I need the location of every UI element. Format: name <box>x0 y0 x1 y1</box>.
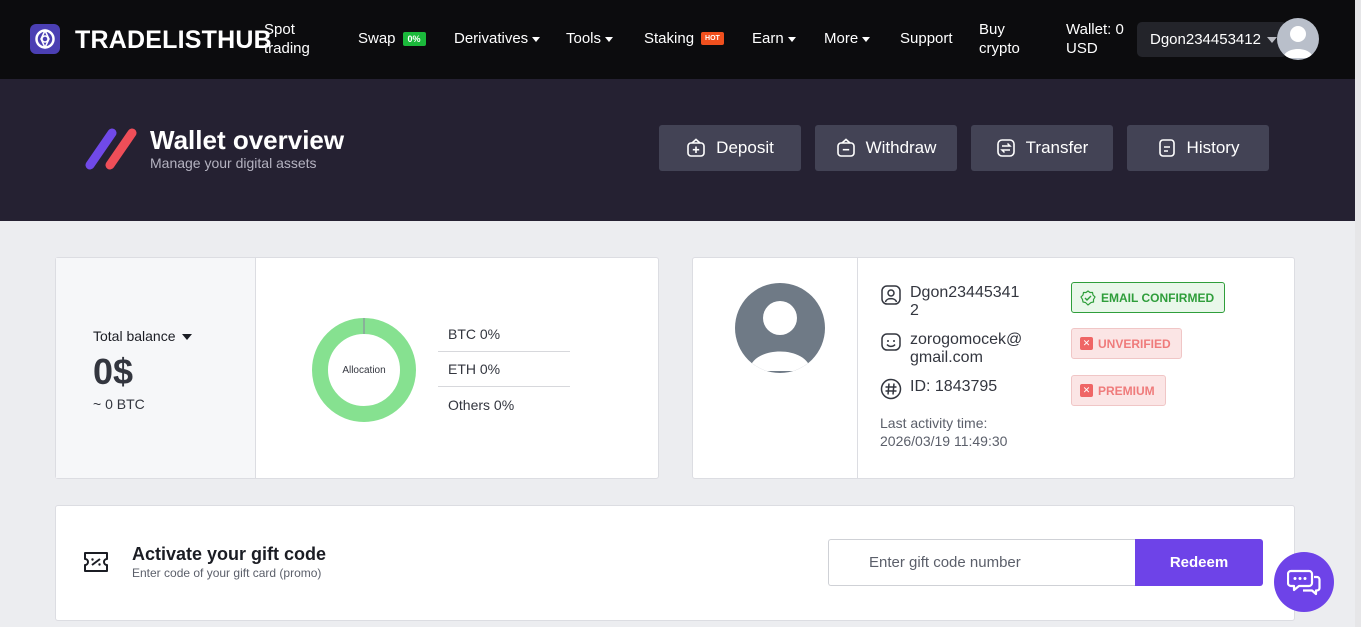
close-icon: ✕ <box>1080 337 1093 350</box>
nav-swap[interactable]: Swap 0% <box>358 30 426 47</box>
withdraw-button[interactable]: Withdraw <box>815 125 957 171</box>
ticket-icon <box>84 552 108 572</box>
profile-id: ID: 1843795 <box>880 378 997 400</box>
history-icon <box>1158 139 1175 157</box>
mail-smile-icon <box>881 333 901 351</box>
nav-spot-trading[interactable]: Spot trading <box>264 20 310 58</box>
last-activity: Last activity time: 2026/03/19 11:49:30 <box>880 415 1008 449</box>
gift-code-title: Activate your gift code <box>132 544 327 564</box>
wallet-logo-icon <box>85 128 137 170</box>
donut-center-label: Allocation <box>342 365 385 376</box>
nav-buy-crypto[interactable]: Buy crypto <box>979 20 1020 58</box>
user-icon <box>881 285 901 305</box>
balance-card: Total balance 0$ ~ 0 BTC Allocation BTC … <box>55 257 659 479</box>
transfer-button[interactable]: Transfer <box>971 125 1113 171</box>
caret-down-icon <box>862 36 871 42</box>
wallet-hero: Wallet overview Manage your digital asse… <box>0 79 1355 221</box>
profile-avatar <box>735 283 825 373</box>
nav-more[interactable]: More <box>824 30 871 47</box>
chat-bubbles-icon <box>1287 569 1321 596</box>
gift-code-subtitle: Enter code of your gift card (promo) <box>132 566 322 580</box>
profile-avatar-panel <box>693 258 858 478</box>
legend-others: Others 0% <box>448 396 515 413</box>
avatar[interactable] <box>1277 18 1319 60</box>
total-balance-value: 0$ <box>93 351 134 392</box>
brand-name[interactable]: TRADELISTHUB <box>75 26 272 55</box>
profile-username: Dgon23445341 2 <box>880 284 1019 320</box>
brand-logo-icon[interactable] <box>30 24 60 54</box>
deposit-button[interactable]: Deposit <box>659 125 801 171</box>
nav-support[interactable]: Support <box>900 30 953 47</box>
withdraw-icon <box>836 138 855 157</box>
redeem-button[interactable]: Redeem <box>1135 539 1263 586</box>
caret-down-icon <box>1266 37 1277 43</box>
nav-staking[interactable]: Staking HOT <box>644 30 724 47</box>
hash-icon <box>880 378 902 400</box>
gift-code-card: Activate your gift code Enter code of yo… <box>55 505 1295 621</box>
caret-down-icon <box>605 36 614 42</box>
page-subtitle: Manage your digital assets <box>150 155 317 171</box>
last-activity-time: 2026/03/19 11:49:30 <box>880 433 1008 449</box>
nav-earn[interactable]: Earn <box>752 30 796 47</box>
allocation-donut-chart: Allocation <box>312 318 416 422</box>
profile-card: Dgon23445341 2 zorogomocek@ gmail.com ID… <box>692 257 1295 479</box>
email-confirmed-badge: EMAIL CONFIRMED <box>1071 282 1226 313</box>
verified-check-icon <box>1080 289 1096 306</box>
nav-wallet-balance[interactable]: Wallet: 0 USD <box>1066 20 1124 58</box>
top-navbar: TRADELISTHUB Spot trading Swap 0% Deriva… <box>0 0 1355 79</box>
page-title: Wallet overview <box>150 125 345 155</box>
user-menu-button[interactable]: Dgon234453412 <box>1137 22 1287 57</box>
nav-tools[interactable]: Tools <box>566 30 614 47</box>
username-label: Dgon234453412 <box>1150 31 1261 48</box>
caret-down-icon <box>181 333 192 340</box>
history-button[interactable]: History <box>1127 125 1269 171</box>
unverified-badge: ✕ UNVERIFIED <box>1071 328 1182 359</box>
swap-fee-badge: 0% <box>402 31 426 46</box>
gift-code-input[interactable] <box>828 539 1136 586</box>
legend-eth: ETH 0% <box>438 352 570 387</box>
hot-badge: HOT <box>701 32 724 45</box>
balance-summary: Total balance 0$ ~ 0 BTC <box>56 258 256 478</box>
page-scrollbar[interactable] <box>1355 0 1361 627</box>
caret-down-icon <box>787 36 796 42</box>
total-balance-dropdown[interactable]: Total balance <box>93 328 192 344</box>
legend-btc: BTC 0% <box>438 317 570 352</box>
close-icon: ✕ <box>1080 384 1093 397</box>
transfer-icon <box>996 139 1015 157</box>
caret-down-icon <box>532 36 541 42</box>
total-balance-btc: ~ 0 BTC <box>93 396 145 412</box>
chat-support-button[interactable] <box>1274 552 1334 612</box>
premium-badge: ✕ PREMIUM <box>1071 375 1166 406</box>
nav-derivatives[interactable]: Derivatives <box>454 30 541 47</box>
profile-email: zorogomocek@ gmail.com <box>880 331 1022 367</box>
deposit-icon <box>687 138 705 157</box>
